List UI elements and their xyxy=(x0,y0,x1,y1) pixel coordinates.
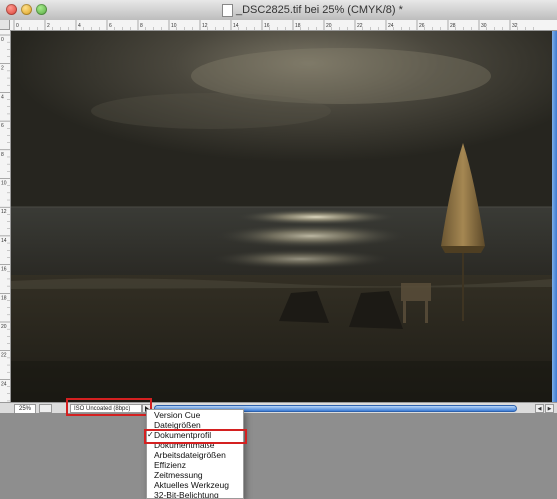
ruler-label: 10 xyxy=(1,181,7,187)
ruler-label: 10 xyxy=(171,23,177,29)
ruler-label: 22 xyxy=(357,23,363,29)
window-title: _DSC2825.tif bei 25% (CMYK/8) * xyxy=(236,4,403,16)
annotation-highlight-status xyxy=(66,398,152,416)
ruler-label: 6 xyxy=(109,23,112,29)
menu-item[interactable]: Version Cue xyxy=(147,410,243,420)
ruler-label: 8 xyxy=(140,23,143,29)
ruler-label: 20 xyxy=(326,23,332,29)
ruler-label: 28 xyxy=(450,23,456,29)
ruler-label: 30 xyxy=(481,23,487,29)
menu-item-label: Version Cue xyxy=(154,410,201,420)
document-window: _DSC2825.tif bei 25% (CMYK/8) * 0 2 4 6 8 10 1… xyxy=(0,0,557,413)
ruler-label: 14 xyxy=(1,238,7,244)
menu-item-label: Zeitmessung xyxy=(154,470,203,480)
title-bar[interactable]: _DSC2825.tif bei 25% (CMYK/8) * xyxy=(0,0,557,21)
menu-item-label: Effizienz xyxy=(154,460,186,470)
menu-item[interactable]: Aktuelles Werkzeug xyxy=(147,480,243,490)
horizontal-ruler[interactable]: 0 2 4 6 8 10 12 14 16 18 20 22 24 26 28 30 32 xyxy=(10,20,557,31)
ruler-label: 32 xyxy=(512,23,518,29)
scroll-left-arrow[interactable]: ◀ xyxy=(535,404,544,413)
ruler-label: 12 xyxy=(1,209,7,215)
vertical-ruler-ticks: 024681012141618202224 xyxy=(0,34,10,402)
ruler-label: 6 xyxy=(1,123,4,129)
status-info-menu: Version Cue Dateigrößen ✓ Dokumentprofil Dok… xyxy=(146,409,244,499)
photo xyxy=(11,31,552,402)
ruler-label: 2 xyxy=(1,66,4,72)
ruler-label: 4 xyxy=(1,94,4,100)
preview-button[interactable] xyxy=(39,404,52,413)
scroll-right-arrow[interactable]: ▶ xyxy=(545,404,554,413)
ruler-label: 22 xyxy=(1,353,7,359)
ruler-origin[interactable] xyxy=(0,20,10,30)
zoom-button[interactable] xyxy=(36,4,47,15)
ruler-label: 16 xyxy=(1,267,7,273)
ruler-label: 0 xyxy=(1,37,4,43)
menu-item[interactable]: 32-Bit-Belichtung xyxy=(147,490,243,499)
menu-item-label: Arbeitsdateigrößen xyxy=(154,450,226,460)
ruler-label: 26 xyxy=(419,23,425,29)
menu-item-label: Aktuelles Werkzeug xyxy=(154,480,229,490)
ruler-label: 12 xyxy=(202,23,208,29)
menu-item[interactable]: Zeitmessung xyxy=(147,470,243,480)
ruler-label: 0 xyxy=(16,23,19,29)
document-icon xyxy=(222,4,233,17)
ruler-label: 18 xyxy=(1,295,7,301)
ruler-label: 8 xyxy=(1,152,4,158)
ruler-label: 18 xyxy=(295,23,301,29)
menu-item-label: 32-Bit-Belichtung xyxy=(154,490,219,499)
vertical-ruler[interactable]: 0 2 4 6 8 10 12 14 16 18 20 22 24 xyxy=(0,30,11,402)
minimize-button[interactable] xyxy=(21,4,32,15)
ruler-label: 16 xyxy=(264,23,270,29)
ruler-label: 4 xyxy=(78,23,81,29)
ruler-label: 2 xyxy=(47,23,50,29)
horizontal-ruler-ticks: 0 2 4 6 8 10 12 14 16 18 20 22 24 26 28 30 32 xyxy=(13,20,534,30)
close-button[interactable] xyxy=(6,4,17,15)
image-canvas[interactable] xyxy=(11,31,552,402)
vertical-scrollbar[interactable] xyxy=(552,31,557,402)
ruler-label: 20 xyxy=(1,324,7,330)
zoom-field[interactable]: 25% xyxy=(14,404,36,413)
annotation-highlight-menu-item xyxy=(144,429,247,444)
menu-item[interactable]: Effizienz xyxy=(147,460,243,470)
ruler-label: 24 xyxy=(1,381,7,387)
menu-item[interactable]: Arbeitsdateigrößen xyxy=(147,450,243,460)
ruler-label: 14 xyxy=(233,23,239,29)
ruler-label: 24 xyxy=(388,23,394,29)
